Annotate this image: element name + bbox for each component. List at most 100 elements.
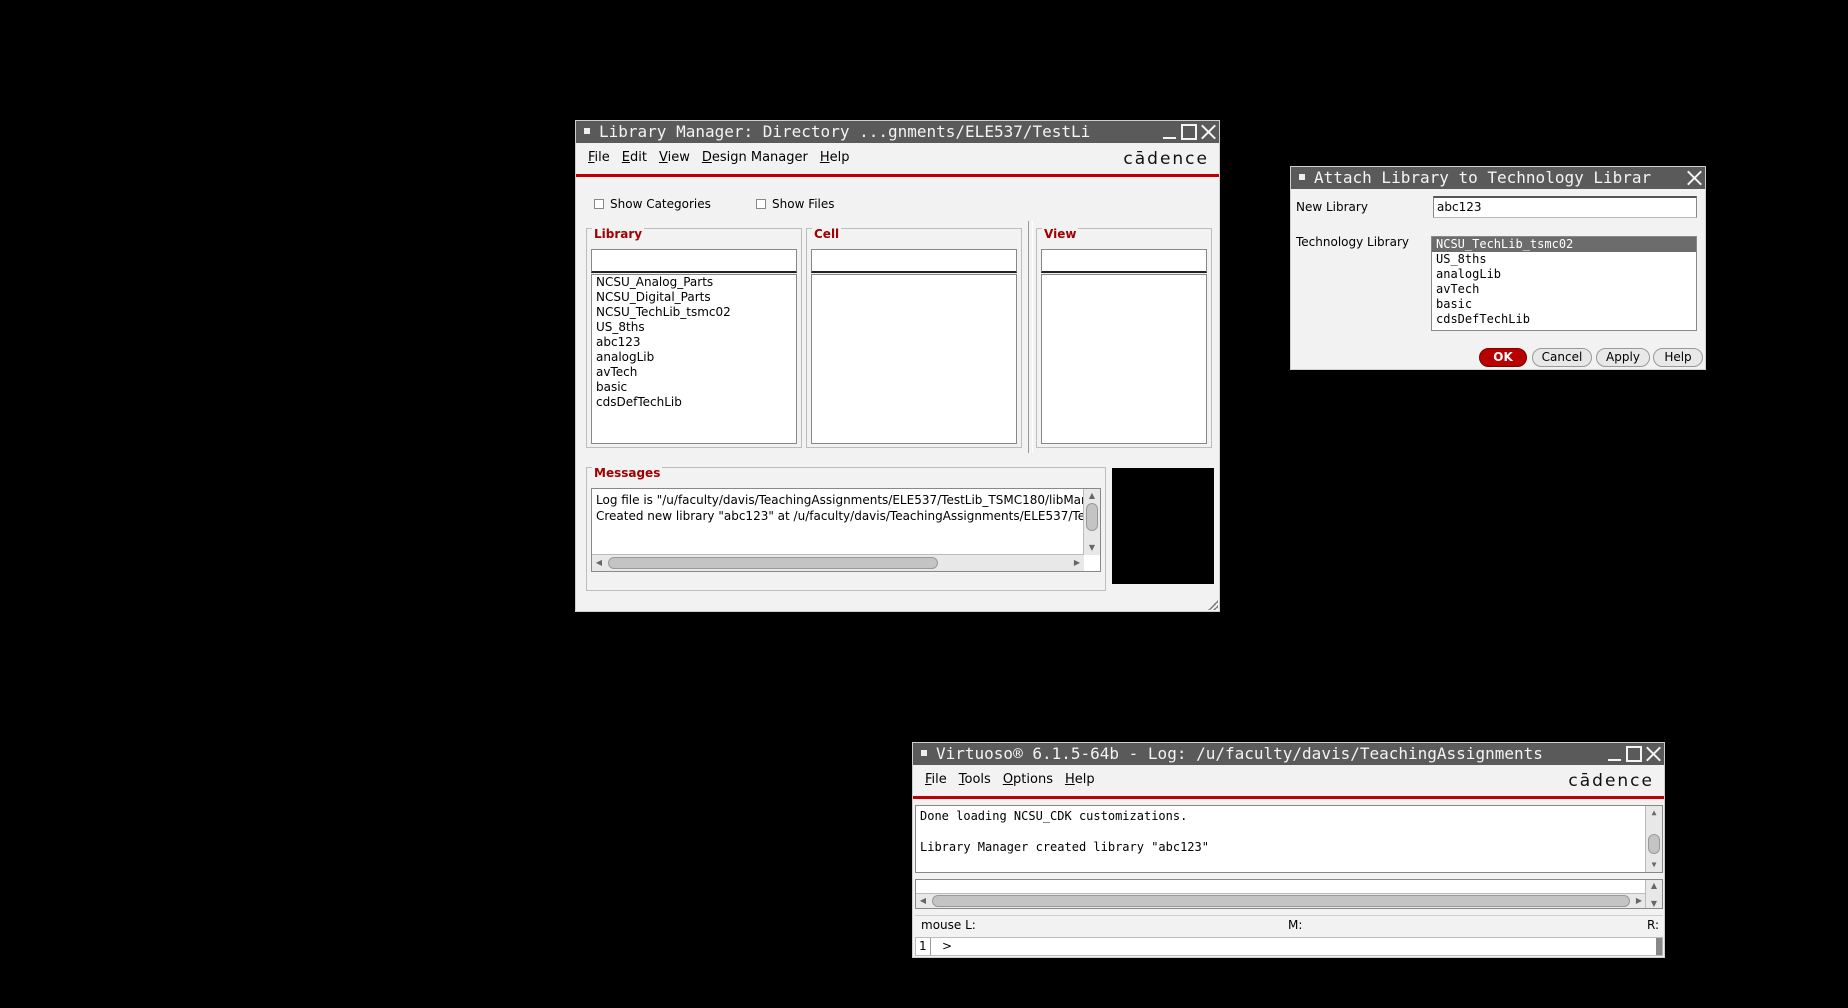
list-item[interactable]: analogLib (592, 350, 796, 365)
messages-hscrollbar[interactable]: ◀ ▶ (592, 554, 1084, 571)
ok-button[interactable]: OK (1479, 348, 1527, 367)
list-item[interactable]: avTech (592, 365, 796, 380)
list-item-selected[interactable]: NCSU_TechLib_tsmc02 (1432, 237, 1696, 252)
close-icon[interactable] (1200, 124, 1217, 141)
log-vscrollbar[interactable]: ▲ ▼ (1645, 806, 1662, 872)
messages-vscrollbar[interactable]: ▲ ▼ (1083, 489, 1100, 555)
technology-library-label: Technology Library (1296, 235, 1409, 249)
scroll-down-icon[interactable]: ▼ (1649, 899, 1659, 908)
show-files-label: Show Files (772, 197, 835, 211)
new-library-value: abc123 (1437, 200, 1482, 214)
library-list[interactable]: NCSU_Analog_Parts NCSU_Digital_Parts NCS… (591, 274, 797, 444)
apply-button[interactable]: Apply (1596, 348, 1650, 367)
message-line: Log file is "/u/faculty/davis/TeachingAs… (596, 493, 1084, 507)
cadence-logo: cādence (1568, 771, 1654, 791)
cell-group: Cell (806, 227, 1022, 448)
log-hscrollbar[interactable]: ◀ ▶ (916, 893, 1646, 908)
menu-file[interactable]: File (588, 150, 610, 165)
command-scroll-icon[interactable] (1656, 938, 1662, 955)
scroll-thumb[interactable] (608, 557, 938, 569)
resize-grip-icon[interactable] (1208, 600, 1218, 610)
scroll-left-icon[interactable]: ◀ (594, 558, 604, 568)
menu-help[interactable]: Help (820, 150, 850, 165)
cell-filter-input[interactable] (811, 249, 1017, 273)
show-categories-label: Show Categories (610, 197, 711, 211)
list-item[interactable]: NCSU_TechLib_tsmc02 (592, 305, 796, 320)
list-item[interactable]: abc123 (592, 335, 796, 350)
view-group: View (1036, 227, 1212, 448)
window-menu-icon[interactable] (921, 750, 927, 756)
log-line: Done loading NCSU_CDK customizations. (920, 809, 1188, 823)
command-number: 1 (919, 939, 927, 953)
help-button[interactable]: Help (1653, 348, 1703, 367)
scroll-thumb[interactable] (932, 895, 1630, 907)
minimize-icon[interactable] (1161, 124, 1178, 141)
log-output-pane: Done loading NCSU_CDK customizations. Li… (915, 805, 1663, 873)
scroll-down-icon[interactable]: ▼ (1087, 543, 1097, 553)
list-item[interactable]: US_8ths (1432, 252, 1696, 267)
command-divider (930, 938, 931, 955)
view-list[interactable] (1041, 274, 1207, 444)
library-group: Library NCSU_Analog_Parts NCSU_Digital_P… (586, 227, 802, 448)
scroll-right-icon[interactable]: ▶ (1072, 558, 1082, 568)
list-item[interactable]: US_8ths (592, 320, 796, 335)
command-prompt: > (942, 939, 953, 953)
menu-edit[interactable]: Edit (622, 150, 647, 165)
show-files-checkbox[interactable]: Show Files (756, 197, 835, 211)
attach-library-dialog: Attach Library to Technology Librar New … (1290, 166, 1706, 370)
attach-dialog-titlebar[interactable]: Attach Library to Technology Librar (1291, 167, 1705, 189)
new-library-input[interactable]: abc123 (1433, 196, 1697, 218)
list-item[interactable]: cdsDefTechLib (592, 395, 796, 410)
list-item[interactable]: basic (1432, 297, 1696, 312)
technology-library-list[interactable]: NCSU_TechLib_tsmc02 US_8ths analogLib av… (1431, 236, 1697, 331)
scroll-up-icon[interactable]: ▲ (1649, 808, 1659, 818)
virtuoso-titlebar[interactable]: Virtuoso® 6.1.5-64b - Log: /u/faculty/da… (913, 743, 1664, 765)
virtuoso-log-window: Virtuoso® 6.1.5-64b - Log: /u/faculty/da… (912, 742, 1665, 958)
scroll-thumb[interactable] (1086, 503, 1098, 531)
messages-label: Messages (592, 466, 663, 480)
checkbox-icon (594, 199, 604, 209)
maximize-icon[interactable] (1626, 746, 1642, 762)
scroll-left-icon[interactable]: ◀ (918, 896, 928, 906)
list-item[interactable]: analogLib (1432, 267, 1696, 282)
show-categories-checkbox[interactable]: Show Categories (594, 197, 711, 211)
command-line[interactable]: 1 > (915, 937, 1663, 956)
scroll-up-icon[interactable]: ▲ (1649, 881, 1659, 891)
list-item[interactable]: NCSU_Analog_Parts (592, 275, 796, 290)
menu-design-manager[interactable]: Design Manager (702, 150, 808, 165)
pane-divider[interactable] (1028, 221, 1033, 453)
log-second-pane: ◀ ▶ ▲ ▼ (915, 879, 1663, 909)
library-label: Library (592, 227, 645, 241)
scroll-thumb[interactable] (1648, 834, 1660, 854)
window-menu-icon[interactable] (1299, 174, 1305, 180)
cell-list[interactable] (811, 274, 1017, 444)
minimize-icon[interactable] (1606, 746, 1623, 763)
maximize-icon[interactable] (1181, 124, 1197, 140)
status-bar: mouse L: M: R: (915, 915, 1663, 934)
menu-help[interactable]: Help (1065, 772, 1095, 787)
scroll-down-icon[interactable]: ▼ (1649, 860, 1659, 870)
library-manager-titlebar[interactable]: Library Manager: Directory ...gnments/EL… (576, 121, 1219, 143)
menu-view[interactable]: View (659, 150, 690, 165)
list-item[interactable]: cdsDefTechLib (1432, 312, 1696, 327)
window-title: Attach Library to Technology Librar (1314, 168, 1652, 187)
view-filter-input[interactable] (1041, 249, 1207, 273)
status-mouse-right: R: (1646, 918, 1659, 932)
menu-options[interactable]: Options (1003, 772, 1053, 787)
library-filter-input[interactable] (591, 249, 797, 273)
log-small-vscrollbar[interactable]: ▲ ▼ (1645, 880, 1662, 908)
scroll-up-icon[interactable]: ▲ (1087, 491, 1097, 501)
list-item[interactable]: NCSU_Digital_Parts (592, 290, 796, 305)
close-icon[interactable] (1645, 746, 1662, 763)
scroll-right-icon[interactable]: ▶ (1634, 896, 1644, 906)
list-item[interactable]: basic (592, 380, 796, 395)
menubar: File Edit View Design Manager Help cāden… (576, 143, 1219, 177)
menu-file[interactable]: File (925, 772, 947, 787)
cancel-button[interactable]: Cancel (1532, 348, 1592, 367)
menu-tools[interactable]: Tools (959, 772, 991, 787)
list-item[interactable]: avTech (1432, 282, 1696, 297)
window-menu-icon[interactable] (584, 128, 590, 134)
cell-label: Cell (812, 227, 842, 241)
close-icon[interactable] (1686, 170, 1703, 187)
